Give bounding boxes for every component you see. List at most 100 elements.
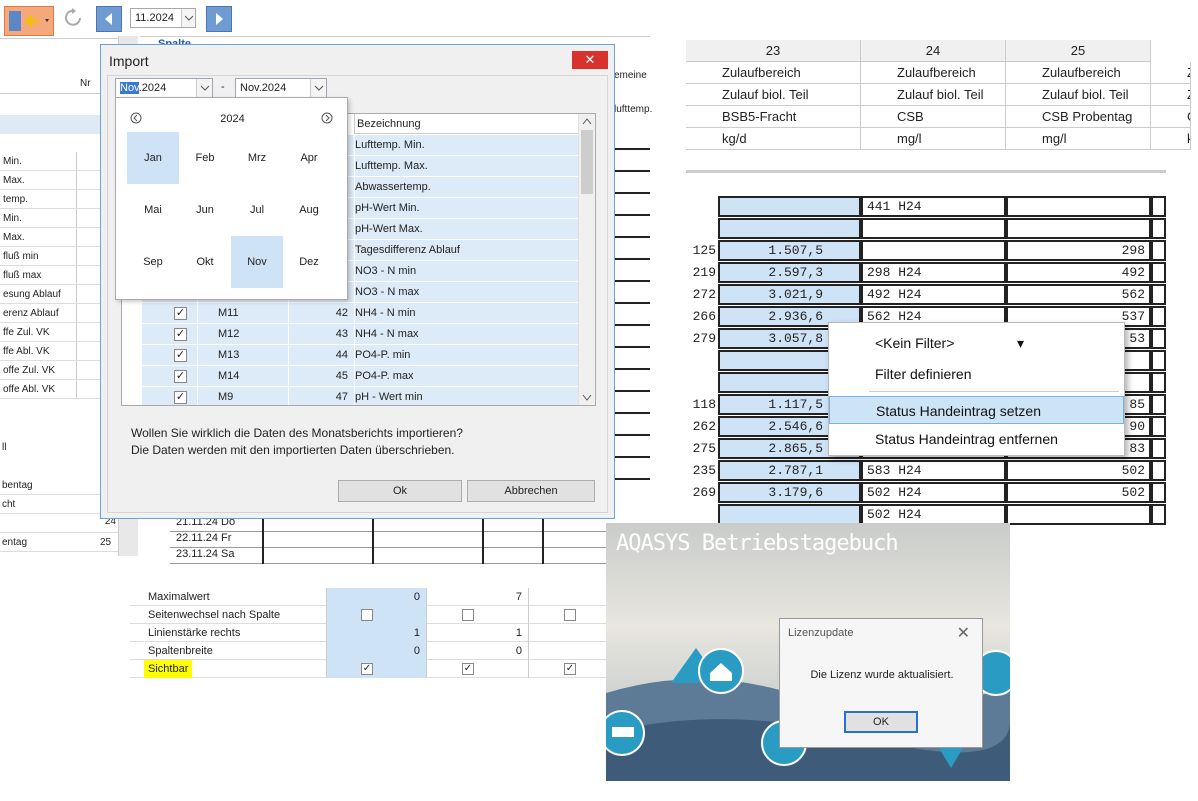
settings-cell[interactable]: 1	[426, 624, 528, 642]
data-cell-value[interactable]	[1151, 504, 1166, 525]
close-button[interactable]: ✕	[957, 623, 970, 643]
data-cell-value[interactable]	[1151, 350, 1166, 371]
month-option[interactable]: Jun	[179, 184, 231, 236]
from-month-select[interactable]: Nov.2024	[115, 78, 213, 98]
next-month-button[interactable]	[206, 6, 232, 32]
menu-item-remove-manual-status[interactable]: Status Handeintrag entfernen	[829, 425, 1124, 453]
data-cell-value[interactable]: 298 H24	[861, 262, 1006, 283]
month-option[interactable]: Jan	[127, 132, 179, 184]
refresh-icon[interactable]	[62, 6, 86, 32]
month-option[interactable]: Jul	[231, 184, 283, 236]
data-cell-value[interactable]	[1006, 218, 1151, 239]
month-select[interactable]: 11.2024	[130, 8, 196, 28]
checkbox[interactable]: ✓	[174, 370, 187, 383]
data-cell-value[interactable]	[1151, 394, 1166, 415]
month-option[interactable]: Nov	[231, 236, 283, 288]
scroll-up-icon[interactable]	[582, 117, 592, 125]
scroll-down-icon[interactable]	[582, 394, 592, 402]
data-cell-value[interactable]: 2.787,1	[718, 460, 861, 481]
data-cell-value[interactable]: 3.021,9	[718, 284, 861, 305]
menu-item-set-manual-status[interactable]: Status Handeintrag setzen	[829, 396, 1124, 424]
data-cell-value[interactable]: 502	[1006, 460, 1151, 481]
month-option[interactable]: Mai	[127, 184, 179, 236]
month-option[interactable]: Aug	[283, 184, 335, 236]
data-cell-value[interactable]	[1151, 416, 1166, 437]
settings-cell[interactable]: ✓	[426, 660, 528, 678]
month-option[interactable]: Feb	[179, 132, 231, 184]
settings-cell[interactable]: 0	[426, 642, 528, 660]
data-cell-value[interactable]: 441 H24	[861, 196, 1006, 217]
data-cell-value[interactable]	[1151, 372, 1166, 393]
settings-cell[interactable]: ✓	[326, 660, 426, 678]
data-cell-value[interactable]	[1006, 196, 1151, 217]
data-cell-value[interactable]: 502 H24	[861, 504, 1006, 525]
list-item[interactable]: ✓ M12 43 NH4 - N max	[142, 324, 578, 345]
data-cell-value[interactable]: 2.597,3	[718, 262, 861, 283]
data-cell-value[interactable]: 583 H24	[861, 460, 1006, 481]
checkbox[interactable]: ✓	[564, 663, 576, 675]
settings-cell[interactable]: 0	[326, 588, 426, 606]
list-item[interactable]: ✓ M13 44 PO4-P. min	[142, 345, 578, 366]
ok-button[interactable]: OK	[844, 711, 918, 733]
ok-button[interactable]: Ok	[338, 480, 462, 502]
data-cell-value[interactable]	[861, 218, 1006, 239]
back-import-button[interactable]	[4, 6, 54, 36]
data-cell-value[interactable]	[1151, 196, 1166, 217]
checkbox[interactable]: ✓	[174, 307, 187, 320]
settings-cell[interactable]: 0	[326, 642, 426, 660]
checkbox[interactable]	[462, 609, 474, 621]
month-option[interactable]: Apr	[283, 132, 335, 184]
list-item[interactable]: ✓ M11 42 NH4 - N min	[142, 303, 578, 324]
data-cell-value[interactable]: 298	[1006, 240, 1151, 261]
checkbox[interactable]: ✓	[462, 663, 474, 675]
data-cell-value[interactable]	[1151, 240, 1166, 261]
checkbox[interactable]	[361, 609, 373, 621]
data-cell-value[interactable]: 3.179,6	[718, 482, 861, 503]
list-item[interactable]: ✓ M9 47 pH - Wert min	[142, 387, 578, 405]
data-cell-value[interactable]	[718, 504, 861, 525]
data-cell-value[interactable]	[718, 196, 861, 217]
to-month-select[interactable]: Nov.2024	[235, 78, 327, 98]
data-cell-value[interactable]	[718, 218, 861, 239]
list-item[interactable]: ✓ M14 45 PO4-P. max	[142, 366, 578, 387]
checkbox[interactable]: ✓	[174, 349, 187, 362]
settings-cell[interactable]: 7	[426, 588, 528, 606]
month-option[interactable]: Okt	[179, 236, 231, 288]
cancel-button[interactable]: Abbrechen	[467, 480, 595, 502]
data-cell-value[interactable]	[1006, 504, 1151, 525]
data-cell-value[interactable]	[1151, 306, 1166, 327]
data-cell-value[interactable]	[1151, 284, 1166, 305]
settings-cell[interactable]: 1	[326, 624, 426, 642]
data-cell-value[interactable]: 562	[1006, 284, 1151, 305]
data-cell-value[interactable]: 492	[1006, 262, 1151, 283]
month-option[interactable]: Dez	[283, 236, 335, 288]
data-cell-value[interactable]	[1151, 262, 1166, 283]
data-cell-value[interactable]: 502 H24	[861, 482, 1006, 503]
month-option[interactable]: Sep	[127, 236, 179, 288]
checkbox[interactable]: ✓	[174, 328, 187, 341]
cell-divider	[354, 261, 355, 282]
data-cell-value[interactable]	[1151, 218, 1166, 239]
checkbox[interactable]: ✓	[174, 391, 187, 404]
checkbox[interactable]	[564, 609, 576, 621]
data-cell-value[interactable]: 492 H24	[861, 284, 1006, 305]
next-year-icon[interactable]	[321, 112, 333, 124]
settings-cell[interactable]	[426, 606, 528, 624]
data-cell-value[interactable]	[1151, 438, 1166, 459]
data-cell-value[interactable]: 1.507,5	[718, 240, 861, 261]
data-cell-value[interactable]	[1151, 328, 1166, 349]
data-cell-value[interactable]	[1151, 482, 1166, 503]
data-cell-value[interactable]: 502	[1006, 482, 1151, 503]
column-header-description[interactable]: Bezeichnung	[354, 114, 579, 134]
close-button[interactable]: ✕	[572, 51, 608, 69]
menu-item-define-filter[interactable]: Filter definieren	[829, 360, 1124, 388]
data-cell-value[interactable]	[861, 240, 1006, 261]
month-option[interactable]: Mrz	[231, 132, 283, 184]
data-cell-value[interactable]	[1151, 460, 1166, 481]
previous-month-button[interactable]	[96, 6, 122, 32]
vertical-scrollbar[interactable]	[578, 114, 595, 405]
menu-item-no-filter[interactable]: <Kein Filter> ▾	[829, 329, 1124, 357]
settings-cell[interactable]	[326, 606, 426, 624]
scrollbar-thumb[interactable]	[581, 130, 593, 194]
checkbox[interactable]: ✓	[361, 663, 373, 675]
